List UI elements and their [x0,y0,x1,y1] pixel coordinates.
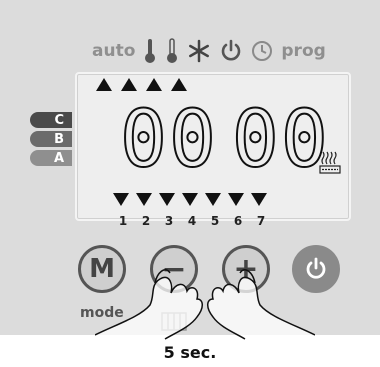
indicator-up [146,78,162,91]
top-indicators [96,78,187,91]
thermometer-low-icon [165,38,179,64]
indicator-down [159,193,175,206]
power-icon [219,39,243,63]
indicator-up [96,78,112,91]
day-indicators [113,193,267,206]
day-4: 4 [187,214,197,228]
hold-duration-caption: 5 sec. [163,343,217,362]
thermometer-high-icon [143,38,157,64]
digits-right: 00 [231,95,330,185]
day-6: 6 [233,214,243,228]
heater-icon [318,150,342,176]
mode-c-label: C [54,112,64,128]
indicator-down [113,193,129,206]
status-row: auto prog [92,36,326,66]
indicator-up [171,78,187,91]
day-7: 7 [256,214,266,228]
digits-left: 00 [119,95,218,185]
mode-a-label: A [53,150,64,166]
day-3: 3 [164,214,174,228]
indicator-down [228,193,244,206]
day-numbers: 1 2 3 4 5 6 7 [117,214,267,228]
indicator-down [182,193,198,206]
clock-icon [251,40,273,62]
snowflake-icon [187,39,211,63]
indicator-down [251,193,267,206]
indicator-down [136,193,152,206]
day-2: 2 [141,214,151,228]
indicator-up [121,78,137,91]
mode-b-tab[interactable]: B [30,131,72,147]
time-display: 00 00 [119,99,330,181]
auto-label: auto [92,41,136,61]
day-1: 1 [118,214,128,228]
prog-label: prog [281,41,326,61]
hand-icon [95,269,315,340]
mode-c-tab[interactable]: C [30,112,72,128]
mode-b-label: B [54,131,64,147]
indicator-down [205,193,221,206]
day-5: 5 [210,214,220,228]
mode-a-tab[interactable]: A [30,150,72,166]
